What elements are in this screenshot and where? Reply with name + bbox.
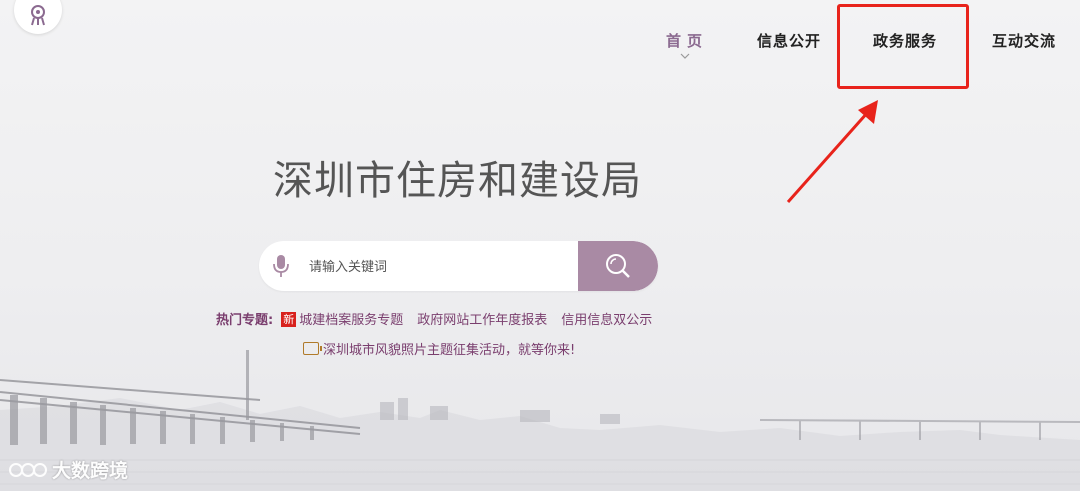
microphone-icon[interactable] <box>271 253 291 279</box>
hot-link-annual-report[interactable]: 政府网站工作年度报表 <box>417 313 547 328</box>
nav-item-home[interactable]: 首页 <box>666 30 708 51</box>
new-badge: 新 <box>281 312 297 327</box>
watermark-text: 大数跨境 <box>52 460 129 482</box>
search-button[interactable] <box>578 241 658 291</box>
notice-link[interactable]: 深圳城市风貌照片主题征集活动，就等你来! <box>303 339 575 358</box>
notice-text: 深圳城市风貌照片主题征集活动，就等你来! <box>323 343 576 358</box>
logo-icon <box>31 5 45 26</box>
chevron-down-icon <box>680 53 690 59</box>
annotation-highlight-box <box>837 4 969 89</box>
nav-item-interaction[interactable]: 互动交流 <box>992 30 1056 51</box>
notice-icon <box>303 342 322 355</box>
nav-item-info-disclosure[interactable]: 信息公开 <box>757 30 821 51</box>
watermark-logo-icon <box>9 463 47 477</box>
city-scenery-illustration <box>0 350 1080 491</box>
hot-topics: 热门专题: 新城建档案服务专题 政府网站工作年度报表 信用信息双公示 <box>216 309 666 328</box>
search-icon <box>606 254 630 278</box>
hot-link-urban-archives[interactable]: 城建档案服务专题 <box>299 313 403 328</box>
hot-link-credit-info[interactable]: 信用信息双公示 <box>561 313 652 328</box>
page-title: 深圳市住房和建设局 <box>273 158 642 204</box>
search-bar <box>259 241 658 291</box>
hot-topics-label: 热门专题: <box>216 313 274 328</box>
search-input[interactable] <box>307 241 576 291</box>
watermark: 大数跨境 <box>8 456 128 483</box>
